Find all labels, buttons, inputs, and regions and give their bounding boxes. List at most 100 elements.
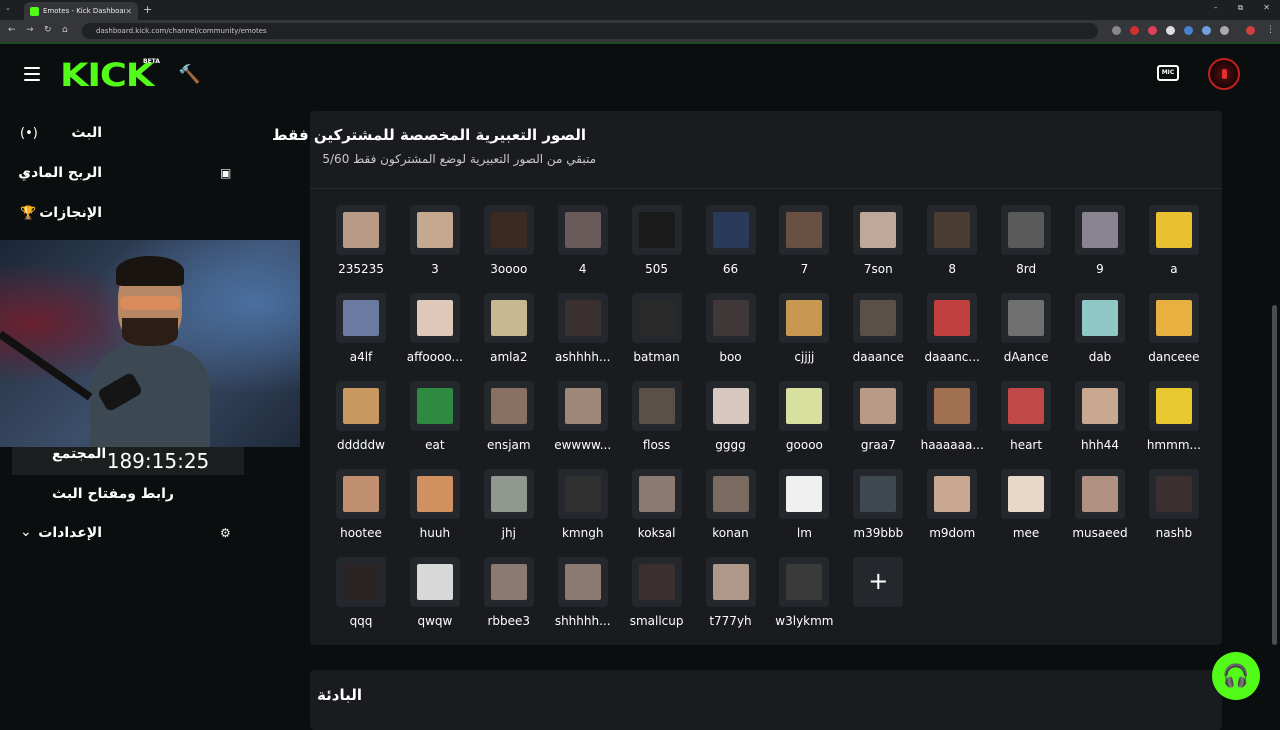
emote-thumbnail[interactable] [705,205,756,255]
profile-icon[interactable] [1246,26,1255,35]
tab-menu-icon[interactable]: ⌄ [5,4,11,12]
extension-icon[interactable] [1148,26,1157,35]
emote-tile[interactable]: kmngh [550,469,616,549]
emote-tile[interactable]: konan [698,469,764,549]
support-button[interactable]: 🎧 [1212,652,1260,700]
emote-thumbnail[interactable] [1148,381,1199,431]
forward-icon[interactable]: → [26,25,34,35]
sidebar-item-stream-key[interactable]: رابط ومفتاح البث [52,486,174,502]
emote-thumbnail[interactable] [557,293,608,343]
emote-thumbnail[interactable] [409,293,460,343]
emote-tile[interactable]: musaeed [1067,469,1133,549]
emote-tile[interactable]: qqq [328,557,394,637]
emote-tile[interactable]: danceee [1141,293,1207,373]
emote-thumbnail[interactable] [927,293,978,343]
emote-thumbnail[interactable] [336,469,386,519]
emote-tile[interactable]: 4 [550,205,616,285]
emote-thumbnail[interactable] [927,381,978,431]
scrollbar[interactable] [1272,305,1277,645]
emote-thumbnail[interactable] [631,381,682,431]
emote-thumbnail[interactable] [705,293,756,343]
emote-thumbnail[interactable] [483,469,534,519]
emote-tile[interactable]: shhhhh... [550,557,616,637]
emote-thumbnail[interactable] [336,205,386,255]
hammer-icon[interactable]: 🔨 [178,64,200,85]
emote-thumbnail[interactable] [631,557,682,607]
avatar[interactable] [1208,58,1240,90]
emote-tile[interactable]: jhj [476,469,542,549]
emote-tile[interactable]: ensjam [476,381,542,461]
emote-thumbnail[interactable] [853,293,904,343]
emote-tile[interactable]: boo [698,293,764,373]
emote-thumbnail[interactable] [631,469,682,519]
browser-menu-icon[interactable]: ⋮ [1266,25,1275,35]
emote-tile[interactable]: 3 [402,205,468,285]
emote-tile[interactable]: 8rd [993,205,1059,285]
emote-thumbnail[interactable] [1001,293,1052,343]
sidebar-item-broadcast[interactable]: البث (•) [0,120,250,150]
emote-thumbnail[interactable] [853,469,904,519]
emote-tile[interactable]: 66 [698,205,764,285]
emote-thumbnail[interactable] [1148,293,1199,343]
emote-tile[interactable]: daaance [845,293,911,373]
emote-tile[interactable]: 3oooo [476,205,542,285]
mod-view-icon[interactable]: MIC [1157,65,1179,81]
sidebar-item-settings[interactable]: الإعدادات ⌄ ⚙ [0,520,250,550]
emote-thumbnail[interactable] [1075,381,1125,431]
browser-tab[interactable]: Emotes - Kick Dashboard ✕ [24,2,138,20]
emote-thumbnail[interactable] [1001,381,1052,431]
sidebar-item-achievements[interactable]: الإنجازات 🏆 [0,200,250,230]
emote-thumbnail[interactable] [779,205,830,255]
add-emote-button[interactable]: + [853,557,904,607]
emote-thumbnail[interactable] [1148,205,1199,255]
emote-tile[interactable]: lm [771,469,837,549]
emote-tile[interactable]: 7 [771,205,837,285]
emote-thumbnail[interactable] [779,381,830,431]
kick-logo[interactable]: KICK [60,56,154,94]
emote-thumbnail[interactable] [557,469,608,519]
emote-tile[interactable]: 8 [919,205,985,285]
emote-tile[interactable]: t777yh [698,557,764,637]
emote-thumbnail[interactable] [409,557,460,607]
emote-tile[interactable]: qwqw [402,557,468,637]
emote-thumbnail[interactable] [779,293,830,343]
emote-tile[interactable]: mee [993,469,1059,549]
menu-icon[interactable] [24,67,40,81]
new-tab-button[interactable]: + [143,3,152,16]
emote-tile[interactable]: rbbee3 [476,557,542,637]
emote-thumbnail[interactable] [631,205,682,255]
emote-tile[interactable]: koksal [624,469,690,549]
emote-tile[interactable]: w3lykmm [771,557,837,637]
emote-tile[interactable]: dddddw [328,381,394,461]
emote-thumbnail[interactable] [557,381,608,431]
emote-tile[interactable]: haaaaaa... [919,381,985,461]
emote-thumbnail[interactable] [779,469,830,519]
emote-tile[interactable]: floss [624,381,690,461]
extension-icon[interactable] [1184,26,1193,35]
emote-tile[interactable]: m39bbb [845,469,911,549]
emote-tile[interactable]: 235235 [328,205,394,285]
url-input[interactable]: dashboard.kick.com/channel/community/emo… [82,23,1098,39]
emote-thumbnail[interactable] [853,205,904,255]
emote-tile[interactable]: nashb [1141,469,1207,549]
emote-tile[interactable]: hmmm... [1141,381,1207,461]
extension-icon[interactable] [1202,26,1211,35]
emote-tile[interactable]: 7son [845,205,911,285]
emote-thumbnail[interactable] [1001,469,1052,519]
emote-thumbnail[interactable] [1075,469,1125,519]
emote-tile[interactable]: gggg [698,381,764,461]
extensions-puzzle-icon[interactable] [1220,26,1229,35]
emote-thumbnail[interactable] [631,293,682,343]
emote-tile[interactable]: dab [1067,293,1133,373]
emote-tile[interactable]: huuh [402,469,468,549]
emote-tile[interactable]: smallcup [624,557,690,637]
emote-thumbnail[interactable] [557,205,608,255]
emote-thumbnail[interactable] [409,381,460,431]
emote-thumbnail[interactable] [705,469,756,519]
emote-tile[interactable]: ashhhh... [550,293,616,373]
emote-tile[interactable]: dAance [993,293,1059,373]
emote-thumbnail[interactable] [927,205,978,255]
reload-icon[interactable]: ↻ [44,25,52,35]
sidebar-item-community[interactable]: المجتمع [52,446,106,462]
emote-tile[interactable]: a [1141,205,1207,285]
